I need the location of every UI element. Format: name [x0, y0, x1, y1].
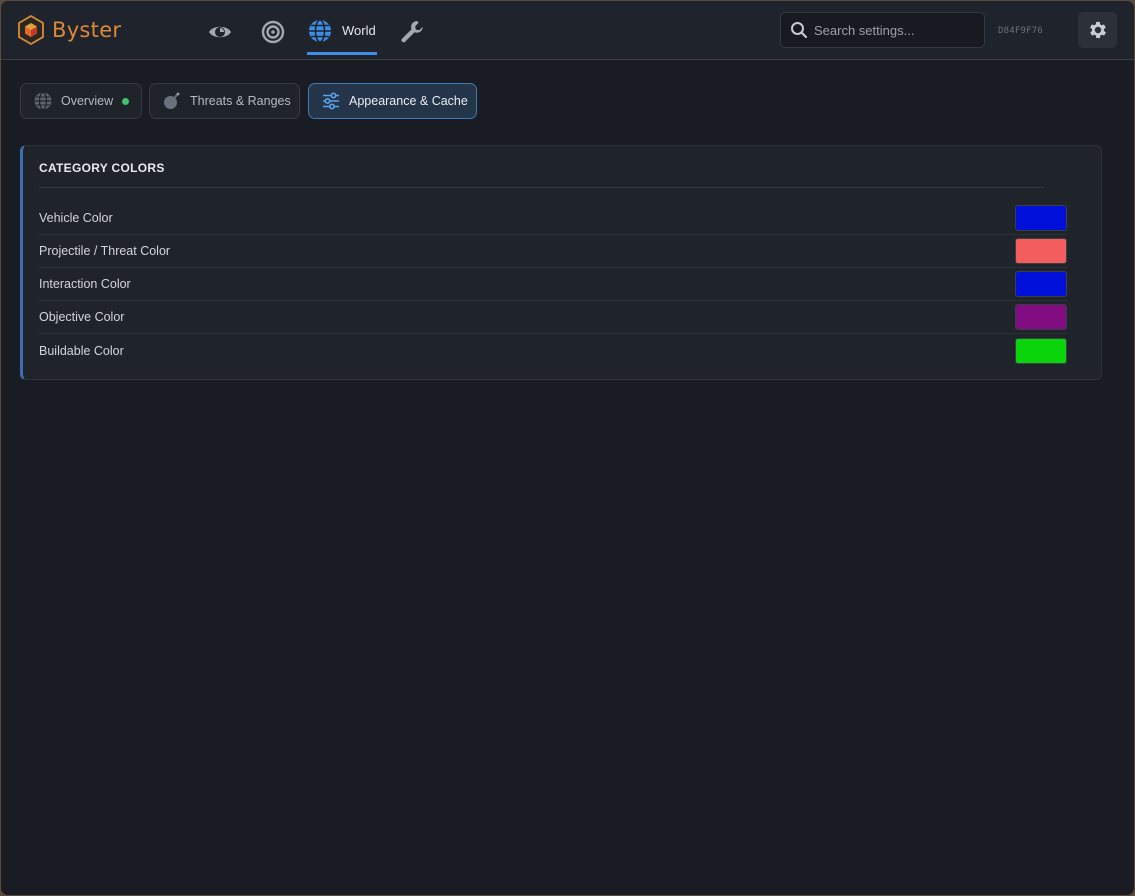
bomb-icon	[164, 92, 180, 109]
color-row-interaction: Interaction Color	[39, 268, 1067, 301]
byster-logo-icon	[18, 15, 44, 45]
top-bar: Byster World Search settings... D84F9F76	[1, 1, 1134, 60]
gear-icon	[1089, 21, 1106, 39]
nav-tools-button[interactable]	[399, 15, 425, 49]
settings-button[interactable]	[1078, 12, 1117, 48]
color-row-buildable: Buildable Color	[39, 334, 1067, 367]
target-icon	[261, 20, 285, 44]
color-swatch[interactable]	[1015, 205, 1067, 231]
app-window: Byster World Search settings... D84F9F76…	[1, 1, 1134, 895]
row-label: Objective Color	[39, 310, 125, 324]
eye-icon	[209, 26, 231, 38]
nav-world-tab[interactable]: World	[307, 15, 377, 55]
color-swatch[interactable]	[1015, 238, 1067, 264]
sliders-icon	[323, 92, 339, 110]
search-icon	[791, 22, 808, 39]
color-row-projectile: Projectile / Threat Color	[39, 235, 1067, 268]
color-row-objective: Objective Color	[39, 301, 1067, 334]
hwid-label: D84F9F76	[998, 26, 1043, 36]
wrench-icon	[401, 21, 423, 43]
row-label: Vehicle Color	[39, 211, 113, 225]
status-dot	[122, 97, 130, 105]
tab-appearance-cache[interactable]: Appearance & Cache	[308, 83, 477, 119]
tab-overview-label: Overview	[61, 94, 114, 108]
tab-threats-ranges[interactable]: Threats & Ranges	[149, 83, 300, 119]
color-row-vehicle: Vehicle Color	[39, 202, 1067, 235]
section-title: CATEGORY COLORS	[39, 161, 165, 175]
tab-threats-label: Threats & Ranges	[190, 94, 291, 108]
category-colors-section: CATEGORY COLORS Vehicle Color Projectile…	[20, 145, 1102, 380]
app-name: Byster	[52, 18, 122, 42]
nav-visuals-button[interactable]	[207, 15, 233, 49]
row-label: Interaction Color	[39, 277, 131, 291]
search-input[interactable]	[814, 22, 974, 38]
color-swatch[interactable]	[1015, 304, 1067, 330]
nav-aim-button[interactable]	[260, 15, 286, 49]
tab-appearance-label: Appearance & Cache	[349, 94, 468, 108]
color-swatch[interactable]	[1015, 271, 1067, 297]
nav-world-label: World	[342, 23, 376, 38]
globe-icon	[34, 91, 52, 111]
color-swatch[interactable]	[1015, 337, 1067, 364]
search-box[interactable]	[780, 12, 985, 48]
section-divider	[39, 187, 1044, 188]
row-label: Projectile / Threat Color	[39, 244, 171, 258]
globe-icon	[309, 18, 331, 43]
tab-overview[interactable]: Overview	[20, 83, 142, 119]
row-label: Buildable Color	[39, 343, 124, 358]
brand: Byster	[17, 14, 121, 46]
